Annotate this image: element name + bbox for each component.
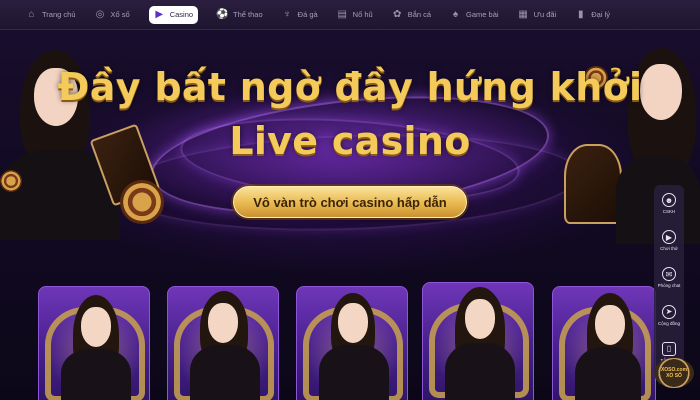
headline-line-2: Live casino <box>229 119 471 163</box>
dealer-body <box>575 347 641 400</box>
headline-line-1: Đầy bất ngờ đầy hứng khởi <box>57 65 643 109</box>
dealer-body <box>445 343 515 400</box>
nav-item-label: Trang chủ <box>42 10 76 19</box>
game-card[interactable] <box>167 286 279 400</box>
support-agent-icon: ☻ <box>662 193 676 207</box>
agent-icon: ▮ <box>577 9 584 20</box>
hero-headline: Đầy bất ngờ đầy hứng khởi Live casino <box>0 62 700 166</box>
dealer-face <box>465 299 495 339</box>
nav-item-label: Ưu đãi <box>533 10 557 19</box>
game-card[interactable] <box>296 286 408 400</box>
nav-item-agent[interactable]: ▮ Đại lý <box>575 4 610 26</box>
nav-item-home[interactable]: ⌂ Trang chủ <box>26 4 76 26</box>
nav-item-promotions[interactable]: ▦ Ưu đãi <box>518 4 557 26</box>
app-download-icon: ▯ <box>662 341 676 356</box>
send-icon: ➤ <box>662 304 676 319</box>
chat-icon: ✉ <box>662 267 676 282</box>
dealer-body <box>61 349 131 400</box>
game-card[interactable] <box>422 282 534 400</box>
casino-chip-decoration <box>0 170 22 192</box>
nav-item-label: Casino <box>169 10 194 19</box>
page: ⌂ Trang chủ ◎ Xổ số ▶ Casino ⚽ Thể thao ♆ Đá … <box>0 0 700 400</box>
side-item-community[interactable]: ➤ Cộng đồng <box>655 301 683 338</box>
nav-item-sports[interactable]: ⚽ Thể thao <box>216 4 263 26</box>
game-cards-row <box>38 282 658 400</box>
nav-item-label: Bắn cá <box>407 10 432 19</box>
nav-item-label: Xổ số <box>110 10 130 19</box>
dealer-face <box>208 303 238 343</box>
dealer-face <box>338 303 368 343</box>
nav-item-slots[interactable]: ▤ Nổ hũ <box>337 4 373 26</box>
lottery-icon: ◎ <box>95 9 105 20</box>
rooster-icon: ♆ <box>283 9 291 20</box>
dealer-face <box>595 305 625 345</box>
side-item-chat-room[interactable]: ✉ Phòng chat <box>655 263 683 300</box>
nav-item-cockfight[interactable]: ♆ Đá gà <box>282 4 318 26</box>
nav-item-lottery[interactable]: ◎ Xổ số <box>95 4 130 26</box>
nav-item-label: Thể thao <box>233 10 263 19</box>
nav-item-label: Game bài <box>466 10 499 19</box>
side-item-label: Chơi thử <box>660 246 678 252</box>
casino-icon: ▶ <box>155 9 164 20</box>
nav-item-label: Đá gà <box>297 10 318 19</box>
brand-logo-subtext: XỔ SỐ <box>666 373 682 379</box>
cta-button[interactable]: Vô vàn trò chơi casino hấp dẫn <box>233 186 467 218</box>
play-icon: ▶ <box>662 230 676 245</box>
dealer-body <box>319 345 389 400</box>
slot-machine-icon: ▤ <box>337 9 347 20</box>
home-icon: ⌂ <box>28 9 35 20</box>
casino-chip-decoration <box>120 180 164 224</box>
dealer-body <box>190 345 260 400</box>
side-item-label: CSKH <box>662 209 676 214</box>
side-toolbar: ☻ CSKH ▶ Chơi thử ✉ Phòng chat ➤ Cộng đồ… <box>654 185 684 375</box>
side-item-label: Phòng chat <box>657 283 681 289</box>
cards-icon: ♠ <box>452 9 459 20</box>
top-nav: ⌂ Trang chủ ◎ Xổ số ▶ Casino ⚽ Thể thao ♆ Đá … <box>0 0 700 30</box>
nav-item-casino[interactable]: ▶ Casino <box>148 5 199 24</box>
brand-logo[interactable]: XOSO.com XỔ SỐ <box>654 358 694 388</box>
gift-icon: ▦ <box>518 9 528 20</box>
game-card[interactable] <box>552 286 656 400</box>
nav-item-label: Đại lý <box>591 10 611 19</box>
side-item-play-demo[interactable]: ▶ Chơi thử <box>655 226 683 263</box>
dealer-face <box>81 307 111 347</box>
nav-item-card-games[interactable]: ♠ Game bài <box>450 4 499 26</box>
side-item-label: Cộng đồng <box>657 320 681 326</box>
fish-icon: ✿ <box>392 9 402 20</box>
nav-item-fishing[interactable]: ✿ Bắn cá <box>392 4 431 26</box>
game-card[interactable] <box>38 286 150 400</box>
soccer-ball-icon: ⚽ <box>216 9 229 20</box>
nav-item-label: Nổ hũ <box>352 10 373 19</box>
side-item-support[interactable]: ☻ CSKH <box>655 189 683 226</box>
